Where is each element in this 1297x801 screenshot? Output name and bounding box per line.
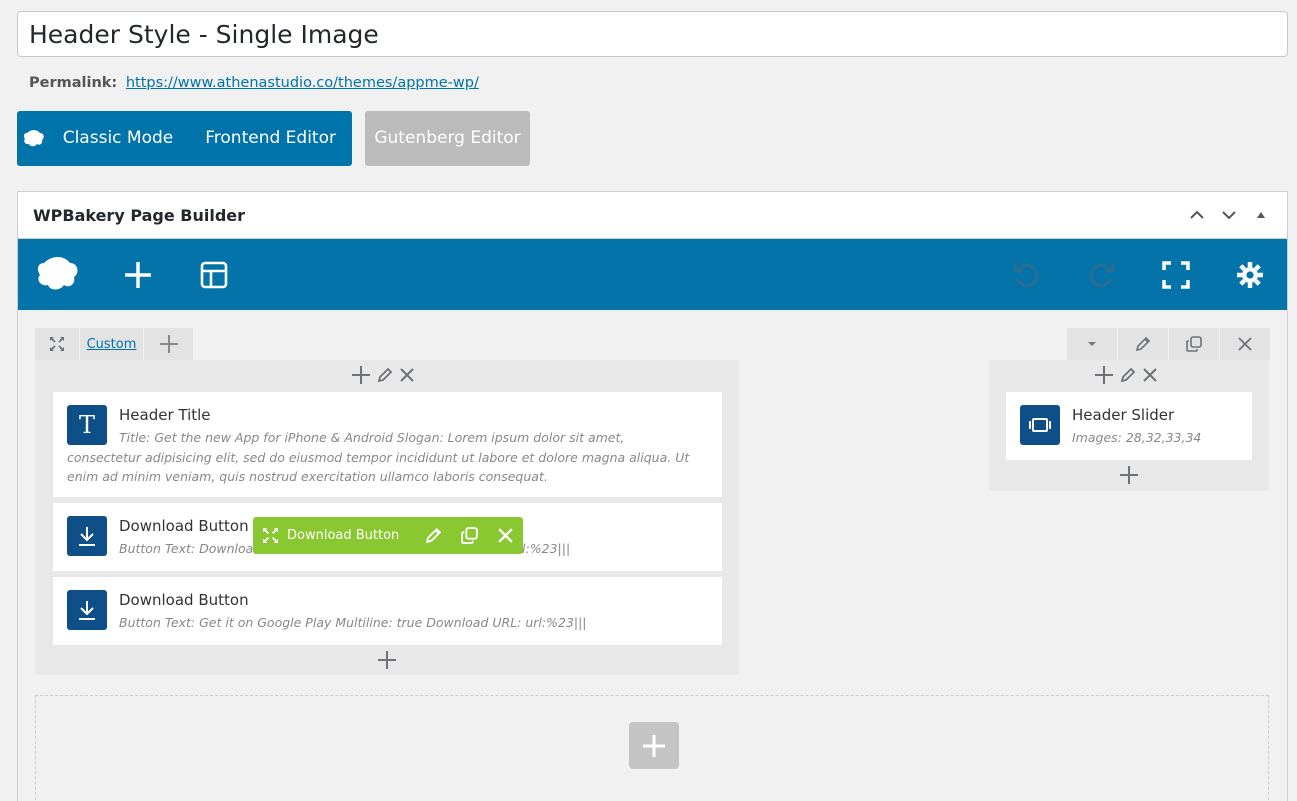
settings-gear-icon[interactable] xyxy=(1232,239,1268,310)
redo-icon[interactable] xyxy=(1084,239,1120,310)
element-edit-pencil-icon[interactable] xyxy=(424,526,443,545)
element-description: Button Text: Get it on Google Play Multi… xyxy=(119,615,587,630)
row-layout-custom[interactable]: Custom xyxy=(80,328,143,360)
builder-toolbar xyxy=(18,239,1287,310)
download-icon xyxy=(67,516,107,556)
column-right-controls xyxy=(1094,365,1158,389)
permalink-label: Permalink: xyxy=(29,75,118,91)
column-right: Header Slider Images: 28,32,33,34 xyxy=(989,360,1269,491)
row-move-icon[interactable] xyxy=(35,328,79,360)
permalink-link[interactable]: https://www.athenastudio.co/themes/appme… xyxy=(126,75,479,91)
undo-icon[interactable] xyxy=(1008,239,1044,310)
templates-icon[interactable] xyxy=(196,239,232,310)
element-description: Images: 28,32,33,34 xyxy=(1072,430,1202,445)
row-controls-left: Custom xyxy=(35,328,193,360)
column-right-bottom-add xyxy=(1119,465,1139,489)
panel-header: WPBakery Page Builder xyxy=(18,192,1287,239)
wpbakery-logo-icon xyxy=(21,111,47,166)
slider-icon xyxy=(1020,405,1060,445)
hover-toolbar-label: Download Button xyxy=(287,528,400,543)
wpbakery-panel: WPBakery Page Builder Custom T Header Ti… xyxy=(17,191,1288,801)
move-up-icon[interactable] xyxy=(1186,204,1208,226)
fullscreen-icon[interactable] xyxy=(1158,239,1194,310)
element-title: Download Button xyxy=(119,591,249,609)
column-delete-icon[interactable] xyxy=(399,367,415,387)
row-delete-icon[interactable] xyxy=(1220,328,1270,360)
element-header-slider[interactable]: Header Slider Images: 28,32,33,34 xyxy=(1006,392,1252,460)
permalink: Permalink: https://www.athenastudio.co/t… xyxy=(29,75,479,91)
panel-title: WPBakery Page Builder xyxy=(33,205,246,225)
column-edit-pencil-icon[interactable] xyxy=(1119,366,1137,388)
row-edit-pencil-icon[interactable] xyxy=(1118,328,1168,360)
element-description-start: Button Text: Downloa xyxy=(119,541,254,556)
column-left-bottom-add xyxy=(377,650,397,674)
frontend-editor-button[interactable]: Frontend Editor xyxy=(189,111,352,166)
column-add-icon[interactable] xyxy=(1094,365,1114,389)
builder-canvas: Custom T Header Title Title: Get the new… xyxy=(18,310,1287,801)
add-element-icon[interactable] xyxy=(377,650,397,674)
element-download-button-2[interactable]: Download Button Button Text: Get it on G… xyxy=(53,577,722,645)
element-description: Title: Get the new App for iPhone & Andr… xyxy=(67,430,690,484)
gutenberg-editor-button[interactable]: Gutenberg Editor xyxy=(365,111,530,166)
element-title: Header Title xyxy=(119,406,211,424)
row-clone-icon[interactable] xyxy=(1169,328,1219,360)
add-row-button[interactable] xyxy=(629,722,679,769)
element-move-icon[interactable] xyxy=(262,527,279,544)
panel-controls xyxy=(1186,204,1272,226)
column-left-controls xyxy=(351,365,415,389)
add-column-icon[interactable] xyxy=(144,328,193,360)
column-left: T Header Title Title: Get the new App fo… xyxy=(35,360,739,675)
column-add-icon[interactable] xyxy=(351,365,371,389)
element-hover-toolbar: Download Button xyxy=(253,517,523,554)
column-edit-pencil-icon[interactable] xyxy=(376,366,394,388)
classic-mode-button[interactable]: Classic Mode xyxy=(47,111,190,166)
add-element-icon[interactable] xyxy=(120,239,156,310)
collapse-toggle-icon[interactable] xyxy=(1250,204,1272,226)
column-delete-icon[interactable] xyxy=(1142,367,1158,387)
element-clone-icon[interactable] xyxy=(460,526,479,545)
wpbakery-logo-icon[interactable] xyxy=(32,239,84,310)
empty-row-dropzone[interactable] xyxy=(35,695,1269,801)
row-toggle-icon[interactable] xyxy=(1067,328,1117,360)
element-title: Header Slider xyxy=(1072,406,1175,424)
element-title: Download Button xyxy=(119,517,249,535)
post-title-input[interactable]: Header Style - Single Image xyxy=(17,11,1288,57)
element-delete-icon[interactable] xyxy=(497,527,514,544)
add-element-icon[interactable] xyxy=(1119,465,1139,489)
download-icon xyxy=(67,590,107,630)
row-controls-right xyxy=(1067,328,1270,360)
editor-mode-bar: Classic Mode Frontend Editor xyxy=(17,111,352,166)
element-header-title[interactable]: T Header Title Title: Get the new App fo… xyxy=(53,392,722,497)
move-down-icon[interactable] xyxy=(1218,204,1240,226)
